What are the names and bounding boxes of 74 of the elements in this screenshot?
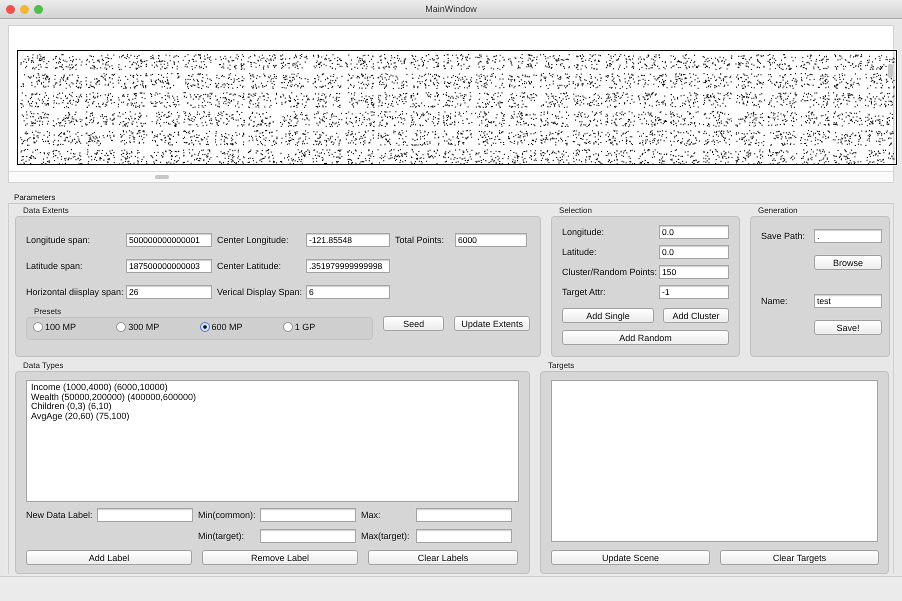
push-button[interactable]: Add Single bbox=[562, 308, 654, 323]
input-field[interactable]: -121.85548 bbox=[306, 233, 390, 247]
radio-button[interactable] bbox=[116, 322, 126, 332]
list-item[interactable]: AvgAge (20,60) (75,100) bbox=[31, 412, 514, 421]
push-button[interactable]: Save! bbox=[814, 320, 882, 335]
push-button[interactable]: Add Label bbox=[26, 550, 192, 565]
push-button[interactable]: Update Scene bbox=[551, 550, 710, 565]
input-field[interactable]: 150 bbox=[659, 265, 729, 279]
radio-button[interactable] bbox=[33, 322, 43, 332]
field-label: Horizontal diisplay span: bbox=[26, 287, 121, 297]
input-field[interactable] bbox=[97, 508, 193, 522]
push-button[interactable]: Seed bbox=[383, 316, 444, 331]
input-field[interactable] bbox=[260, 508, 356, 522]
push-button[interactable]: Clear Targets bbox=[720, 550, 879, 565]
input-field[interactable]: 26 bbox=[126, 285, 212, 299]
group-title: Generation bbox=[757, 206, 799, 216]
field-label: Cluster/Random Points: bbox=[562, 267, 658, 277]
field-label: Latitude: bbox=[562, 247, 598, 257]
group-title: Targets bbox=[547, 361, 576, 371]
push-button[interactable]: Add Cluster bbox=[663, 308, 729, 323]
push-button[interactable]: Browse bbox=[814, 255, 882, 270]
field-label: Target Attr: bbox=[562, 287, 607, 297]
field-label: Save Path: bbox=[761, 231, 806, 241]
radio-label: 300 MP bbox=[128, 322, 160, 332]
input-field[interactable]: -1 bbox=[659, 285, 729, 299]
field-label: Max(target): bbox=[361, 531, 411, 541]
minimize-button[interactable] bbox=[20, 4, 29, 14]
input-field[interactable]: 0.0 bbox=[659, 225, 729, 239]
push-button[interactable]: Update Extents bbox=[454, 316, 530, 331]
input-field[interactable]: test bbox=[814, 294, 882, 308]
input-field[interactable]: 6 bbox=[306, 285, 390, 299]
group-title: Data Types bbox=[22, 361, 64, 371]
horizontal-scrollbar[interactable] bbox=[9, 171, 893, 182]
field-label: Name: bbox=[761, 296, 789, 306]
list-item[interactable]: Income (1000,4000) (6000,10000) bbox=[31, 383, 514, 392]
field-label: Center Longitude: bbox=[217, 235, 290, 245]
close-button[interactable] bbox=[6, 4, 15, 14]
window-title: MainWindow bbox=[425, 4, 477, 14]
field-label: Max: bbox=[361, 510, 382, 520]
input-field[interactable]: .351979999999998 bbox=[306, 259, 390, 273]
list-item[interactable]: Wealth (50000,200000) (400000,600000) bbox=[31, 392, 514, 402]
input-field[interactable]: 0.0 bbox=[659, 245, 729, 259]
group-title: Presets bbox=[33, 307, 62, 317]
field-label: Latitude span: bbox=[26, 261, 84, 271]
field-label: Longitude span: bbox=[26, 235, 92, 245]
field-label: Min(target): bbox=[198, 531, 246, 541]
field-label: Total Points: bbox=[395, 235, 446, 245]
input-field[interactable] bbox=[260, 529, 356, 543]
push-button[interactable]: Add Random bbox=[562, 330, 729, 345]
push-button[interactable]: Remove Label bbox=[202, 550, 358, 565]
input-field[interactable] bbox=[416, 508, 512, 522]
field-label: Longitude: bbox=[562, 227, 606, 237]
group-title: Data Extents bbox=[22, 206, 70, 216]
radio-button[interactable] bbox=[282, 322, 293, 332]
radio-label: 600 MP bbox=[212, 322, 243, 332]
field-label: Verical Display Span: bbox=[217, 287, 301, 297]
radio-button[interactable] bbox=[200, 322, 210, 332]
vertical-scrollbar[interactable] bbox=[888, 64, 893, 78]
field-label: New Data Label: bbox=[26, 510, 92, 520]
input-field[interactable] bbox=[416, 529, 512, 543]
input-field[interactable]: 500000000000001 bbox=[126, 233, 212, 247]
input-field[interactable]: . bbox=[814, 229, 882, 243]
radio-label: 100 MP bbox=[45, 322, 76, 332]
field-label: Min(common): bbox=[198, 510, 255, 520]
group-title: Selection bbox=[558, 206, 593, 216]
field-label: Center Latitude: bbox=[217, 261, 282, 271]
group-title: Parameters bbox=[14, 193, 56, 202]
list-item[interactable]: Children (0,3) (6,10) bbox=[31, 402, 514, 412]
input-field[interactable]: 6000 bbox=[455, 233, 527, 247]
zoom-button[interactable] bbox=[34, 4, 43, 14]
input-field[interactable]: 187500000000003 bbox=[126, 259, 212, 273]
radio-label: 1 GP bbox=[294, 322, 316, 332]
list-box[interactable]: Income (1000,4000) (6000,10000) Wealth (50000,200000) (400000,600000) Children (0,3) (6,10) AvgAge (20,60) (75,100) bbox=[26, 380, 519, 502]
push-button[interactable]: Clear Labels bbox=[368, 550, 518, 565]
